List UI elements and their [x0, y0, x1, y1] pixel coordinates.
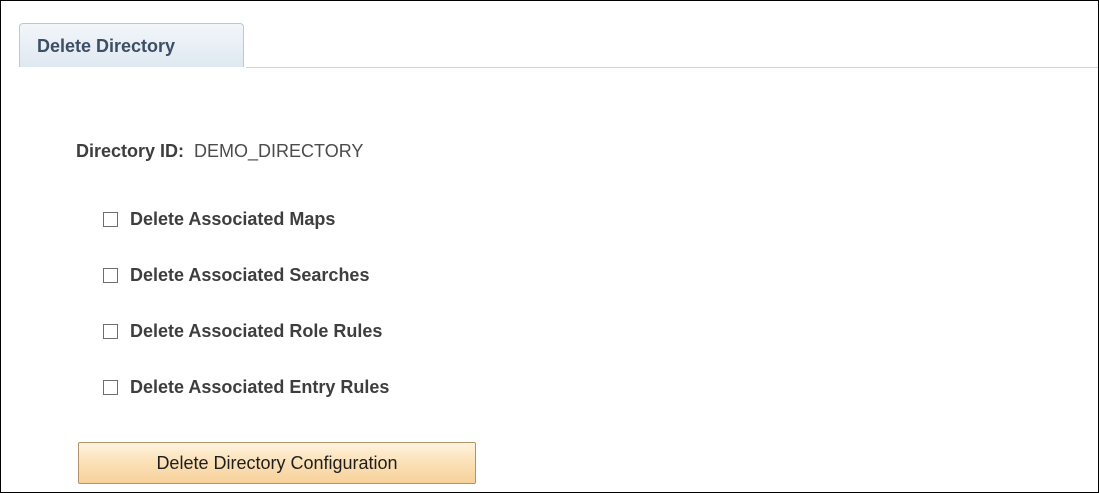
- page-frame: Delete Directory Directory ID: DEMO_DIREC…: [0, 0, 1099, 493]
- delete-maps-option[interactable]: Delete Associated Maps: [103, 209, 335, 230]
- delete-role-rules-checkbox[interactable]: [103, 324, 118, 339]
- delete-directory-configuration-button[interactable]: Delete Directory Configuration: [78, 442, 476, 484]
- delete-role-rules-label[interactable]: Delete Associated Role Rules: [130, 321, 382, 342]
- directory-id-value: DEMO_DIRECTORY: [194, 141, 364, 161]
- delete-searches-option[interactable]: Delete Associated Searches: [103, 265, 369, 286]
- delete-searches-label[interactable]: Delete Associated Searches: [130, 265, 369, 286]
- directory-id-row: Directory ID: DEMO_DIRECTORY: [76, 141, 363, 162]
- delete-searches-checkbox[interactable]: [103, 268, 118, 283]
- tab-underline: [246, 67, 1098, 68]
- tab-label: Delete Directory: [37, 36, 176, 56]
- delete-maps-label[interactable]: Delete Associated Maps: [130, 209, 335, 230]
- delete-entry-rules-label[interactable]: Delete Associated Entry Rules: [130, 377, 389, 398]
- delete-role-rules-option[interactable]: Delete Associated Role Rules: [103, 321, 382, 342]
- delete-entry-rules-checkbox[interactable]: [103, 380, 118, 395]
- delete-maps-checkbox[interactable]: [103, 212, 118, 227]
- tab-delete-directory[interactable]: Delete Directory: [19, 23, 244, 67]
- delete-entry-rules-option[interactable]: Delete Associated Entry Rules: [103, 377, 389, 398]
- directory-id-label: Directory ID:: [76, 141, 185, 161]
